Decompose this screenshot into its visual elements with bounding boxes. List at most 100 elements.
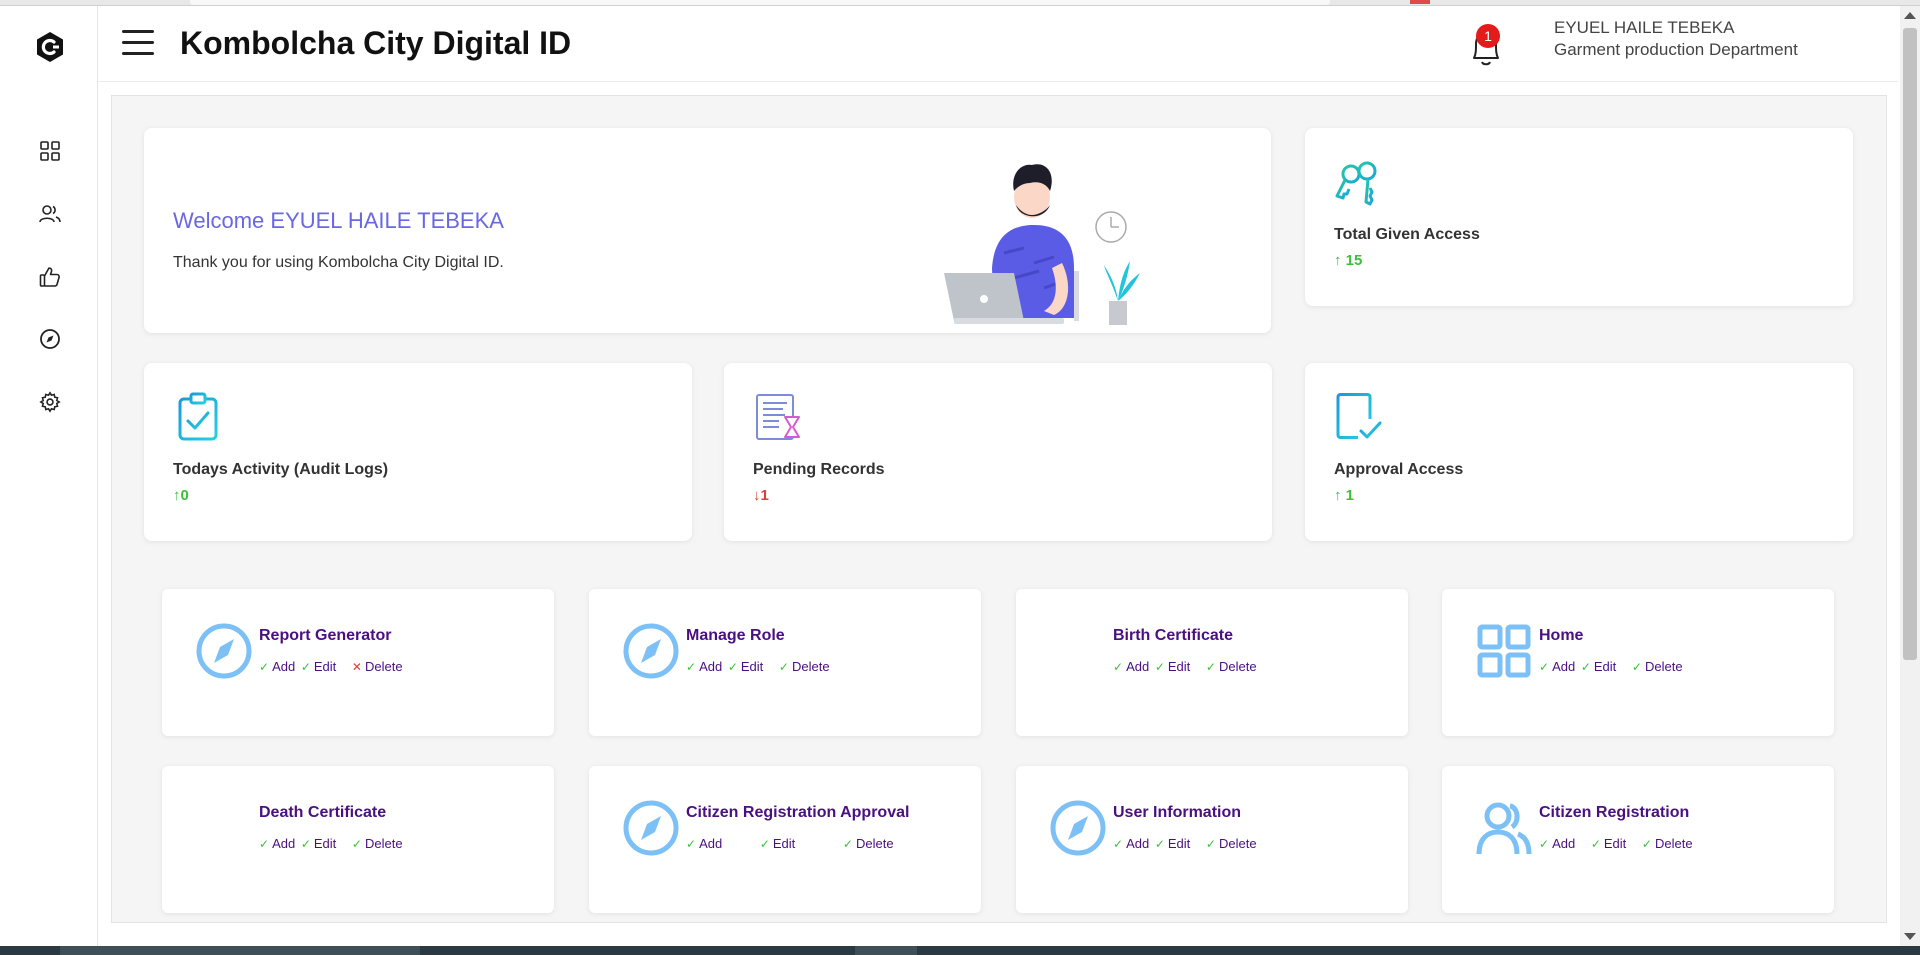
- logo-icon[interactable]: [33, 30, 67, 64]
- add-permission[interactable]: Add: [1552, 659, 1575, 674]
- sidebar: [0, 6, 98, 946]
- permission-title: Report Generator: [259, 627, 392, 644]
- check-icon: ✓: [1113, 660, 1124, 674]
- stat-value: ↑ 15: [1334, 252, 1363, 269]
- taskbar-item[interactable]: [855, 946, 917, 955]
- edit-permission[interactable]: Edit: [1168, 836, 1190, 851]
- permission-card-death-certificate[interactable]: Death Certificate ✓ Add ✓ Edit ✓ Delete: [162, 766, 554, 913]
- check-icon: ✓: [842, 837, 853, 851]
- edit-permission[interactable]: Edit: [1594, 659, 1616, 674]
- add-permission[interactable]: Add: [1552, 836, 1575, 851]
- grid-icon: [1477, 624, 1531, 678]
- add-permission[interactable]: Add: [699, 659, 722, 674]
- menu-toggle-icon[interactable]: [122, 30, 154, 56]
- permission-title: Birth Certificate: [1113, 627, 1234, 644]
- check-icon: ✓: [1539, 837, 1550, 851]
- permission-actions: ✓ Add ✓ Edit ✓ Delete: [259, 836, 415, 851]
- stat-card-total-given-access[interactable]: Total Given Access ↑ 15: [1305, 128, 1853, 306]
- stat-card-approval-access[interactable]: Approval Access ↑ 1: [1305, 363, 1853, 541]
- permission-card-user-information[interactable]: User Information ✓ Add ✓ Edit ✓ Delete: [1016, 766, 1408, 913]
- stat-label: Total Given Access: [1334, 226, 1480, 243]
- check-icon: ✓: [727, 660, 738, 674]
- permission-title: Manage Role: [686, 627, 785, 644]
- scroll-down-arrow-icon[interactable]: [1904, 933, 1916, 940]
- browser-tab-indicator: [1410, 0, 1430, 4]
- page-scrollbar[interactable]: [1900, 6, 1920, 946]
- permission-actions: ✓ Add ✓ Edit ✓ Delete: [1113, 836, 1269, 851]
- edit-permission[interactable]: Edit: [773, 836, 795, 851]
- add-permission[interactable]: Add: [1126, 659, 1149, 674]
- permission-actions: ✓ Add ✓ Edit ✓ Delete: [686, 659, 842, 674]
- welcome-title: Welcome EYUEL HAILE TEBEKA: [173, 208, 504, 233]
- dashboard-grid-icon[interactable]: [37, 138, 63, 164]
- check-icon: ✓: [1539, 660, 1550, 674]
- permission-card-citizen-registration[interactable]: Citizen Registration ✓ Add ✓ Edit ✓ Delete: [1442, 766, 1834, 913]
- delete-permission[interactable]: Delete: [1655, 836, 1693, 851]
- permission-actions: ✓ Add ✓ Edit ✕ Delete: [259, 659, 415, 674]
- check-icon: ✓: [259, 837, 270, 851]
- browser-tab-edge: [190, 0, 1330, 5]
- delete-permission[interactable]: Delete: [856, 836, 894, 851]
- clipboard-check-icon: [178, 392, 218, 441]
- edit-permission[interactable]: Edit: [741, 659, 763, 674]
- cross-icon: ✕: [351, 660, 362, 674]
- delete-permission[interactable]: Delete: [1219, 836, 1257, 851]
- edit-permission[interactable]: Edit: [314, 659, 336, 674]
- scrollbar-thumb[interactable]: [1903, 28, 1917, 660]
- stat-card-pending-records[interactable]: Pending Records ↓1: [724, 363, 1272, 541]
- delete-permission[interactable]: Delete: [365, 836, 403, 851]
- check-icon: ✓: [1154, 660, 1165, 674]
- permission-actions: ✓ Add ✓ Edit ✓ Delete: [1539, 836, 1705, 851]
- delete-permission[interactable]: Delete: [365, 659, 403, 674]
- thumbs-up-icon[interactable]: [37, 264, 63, 290]
- add-permission[interactable]: Add: [699, 836, 722, 851]
- scroll-up-arrow-icon[interactable]: [1904, 12, 1916, 19]
- compass-icon: [1050, 800, 1106, 856]
- dashboard-content: Welcome EYUEL HAILE TEBEKA Thank you for…: [111, 95, 1887, 923]
- stat-card-todays-activity[interactable]: Todays Activity (Audit Logs) ↑0: [144, 363, 692, 541]
- document-hourglass-icon: [756, 394, 800, 440]
- check-icon: ✓: [1641, 837, 1652, 851]
- check-icon: ✓: [1631, 660, 1642, 674]
- stat-label: Approval Access: [1334, 461, 1464, 478]
- gear-icon[interactable]: [37, 389, 63, 415]
- compass-icon: [623, 800, 679, 856]
- edit-permission[interactable]: Edit: [1168, 659, 1190, 674]
- delete-permission[interactable]: Delete: [792, 659, 830, 674]
- add-permission[interactable]: Add: [1126, 836, 1149, 851]
- check-icon: ✓: [300, 837, 311, 851]
- check-icon: ✓: [778, 660, 789, 674]
- compass-icon[interactable]: [37, 326, 63, 352]
- user-department: Garment production Department: [1554, 40, 1798, 59]
- permission-card-manage-role[interactable]: Manage Role ✓ Add ✓ Edit ✓ Delete: [589, 589, 981, 736]
- stat-value: ↓1: [753, 487, 769, 504]
- permission-title: User Information: [1113, 804, 1242, 821]
- permission-card-citizen-registration-approval[interactable]: Citizen Registration Approval ✓ Add ✓ Edit…: [589, 766, 981, 913]
- stat-value: ↑0: [173, 487, 189, 504]
- edit-permission[interactable]: Edit: [1604, 836, 1626, 851]
- edit-permission[interactable]: Edit: [314, 836, 336, 851]
- check-icon: ✓: [686, 837, 697, 851]
- compass-icon: [196, 623, 252, 679]
- page-title: Kombolcha City Digital ID: [180, 25, 572, 61]
- users-icon[interactable]: [37, 201, 63, 227]
- user-name[interactable]: EYUEL HAILE TEBEKA: [1554, 18, 1734, 38]
- permission-title: Citizen Registration: [1539, 804, 1690, 821]
- permission-card-birth-certificate[interactable]: Birth Certificate ✓ Add ✓ Edit ✓ Delete: [1016, 589, 1408, 736]
- permission-actions: ✓ Add ✓ Edit ✓ Delete: [1539, 659, 1695, 674]
- add-permission[interactable]: Add: [272, 659, 295, 674]
- permission-actions: ✓ Add ✓ Edit ✓ Delete: [686, 836, 906, 851]
- permission-card-report-generator[interactable]: Report Generator ✓ Add ✓ Edit ✕ Delete: [162, 589, 554, 736]
- document-check-icon: [1336, 393, 1382, 439]
- taskbar-item[interactable]: [60, 946, 420, 955]
- add-permission[interactable]: Add: [272, 836, 295, 851]
- users-icon: [1476, 802, 1532, 855]
- welcome-message: Thank you for using Kombolcha City Digit…: [173, 254, 504, 271]
- compass-icon: [623, 623, 679, 679]
- delete-permission[interactable]: Delete: [1219, 659, 1257, 674]
- check-icon: ✓: [759, 837, 770, 851]
- delete-permission[interactable]: Delete: [1645, 659, 1683, 674]
- check-icon: ✓: [1113, 837, 1124, 851]
- permission-card-home[interactable]: Home ✓ Add ✓ Edit ✓ Delete: [1442, 589, 1834, 736]
- keys-icon: [1335, 161, 1377, 206]
